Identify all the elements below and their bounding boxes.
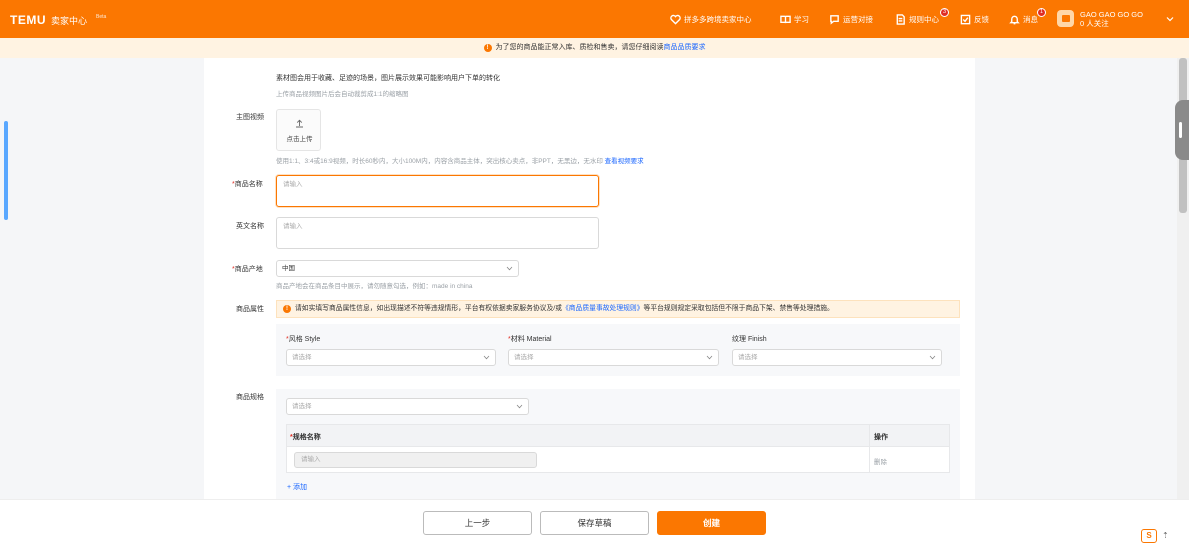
beta-tag: Beta xyxy=(96,14,107,20)
notice-text: 为了您的商品能正常入库、质检和售卖，请您仔细阅读 xyxy=(495,44,664,51)
material-label: *材料 Material xyxy=(508,336,552,343)
video-upload[interactable]: 点击上传 xyxy=(276,109,321,151)
action-header: 操作 xyxy=(874,434,888,441)
chevron-down-icon[interactable] xyxy=(1165,14,1175,24)
side-scroll-indicator[interactable] xyxy=(4,121,8,220)
spec-name-input[interactable]: 请输入 xyxy=(294,452,537,468)
store-icon xyxy=(1061,15,1070,22)
nav-operations-label: 运营对接 xyxy=(843,15,873,24)
finish-select[interactable]: 请选择 xyxy=(732,349,942,366)
video-label: 主图视频 xyxy=(236,114,264,121)
chat-icon xyxy=(830,15,839,25)
prev-button[interactable]: 上一步 xyxy=(423,511,532,535)
attr-alert-text: 请如实填写商品属性信息，如出现描述不符等违规情形，平台有权依据卖家服务协议及/或 xyxy=(295,305,562,312)
finish-label: 纹理 Finish xyxy=(732,336,767,343)
nav-feedback-label: 反馈 xyxy=(974,15,989,24)
image-sub-note: 上传商品视频图片后会自动裁剪成1:1的缩略图 xyxy=(276,91,409,98)
image-note: 素材图会用于收藏、足迹的场景，图片展示效果可能影响用户下单的转化 xyxy=(276,75,500,82)
chevron-down-icon xyxy=(706,355,713,360)
ime-toggle-icon[interactable]: ⇡ xyxy=(1162,531,1169,540)
top-bar: TEMU 卖家中心 Beta 拼多多跨境卖家中心 学习 运营对接 规则中心 3 … xyxy=(0,0,1189,38)
attr-panel: *风格 Style 请选择 *材料 Material 请选择 纹理 Finish… xyxy=(276,324,960,376)
quality-rules-link[interactable]: 《商品质量事故处理规则》 xyxy=(562,305,644,312)
side-panel-handle[interactable] xyxy=(1175,100,1189,160)
upload-text: 点击上传 xyxy=(286,136,313,143)
chevron-down-icon xyxy=(483,355,490,360)
avatar[interactable] xyxy=(1057,10,1074,27)
nav-messages[interactable]: 消息 xyxy=(1009,14,1038,25)
heart-icon xyxy=(670,14,681,25)
user-followers: 0 人关注 xyxy=(1080,19,1109,28)
feedback-icon xyxy=(960,14,971,25)
notice-bar: ! 为了您的商品能正常入库、质检和售卖，请您仔细阅读商品品质要求 xyxy=(0,38,1189,58)
name-label: *商品名称 xyxy=(232,179,263,189)
english-name-input[interactable]: 请输入 xyxy=(276,217,599,249)
nav-rules[interactable]: 规则中心 xyxy=(895,14,939,25)
document-icon xyxy=(896,14,905,25)
origin-select[interactable]: 中国 xyxy=(276,260,519,277)
origin-value: 中国 xyxy=(282,265,295,272)
nav-operations[interactable]: 运营对接 xyxy=(829,14,873,25)
upload-icon xyxy=(296,119,303,128)
temu-logo[interactable]: TEMU xyxy=(10,13,46,27)
product-form: 素材图会用于收藏、足迹的场景，图片展示效果可能影响用户下单的转化 上传商品视频图… xyxy=(204,58,975,499)
product-name-input[interactable]: 请输入 xyxy=(276,175,599,207)
nav-learn-label: 学习 xyxy=(794,15,809,24)
style-label: *风格 Style xyxy=(286,336,321,343)
nav-feedback[interactable]: 反馈 xyxy=(960,14,989,25)
attr-label: 商品属性 xyxy=(236,306,264,313)
origin-help: 商品产地会在商品条目中展示，请勿随意勾选，例如：made in china xyxy=(276,283,473,290)
rules-badge: 3 xyxy=(940,8,949,17)
spec-label: 商品规格 xyxy=(236,394,264,401)
en-name-label: 英文名称 xyxy=(236,223,264,230)
nav-learn[interactable]: 学习 xyxy=(780,14,809,25)
origin-label-text: 商品产地 xyxy=(234,266,263,273)
delete-link[interactable]: 删除 xyxy=(874,456,887,466)
origin-label: *商品产地 xyxy=(232,264,263,274)
footer-bar: 上一步 保存草稿 创建 xyxy=(0,499,1189,545)
video-help-link[interactable]: 查看视频要求 xyxy=(605,158,644,165)
nav-messages-label: 消息 xyxy=(1023,15,1038,24)
nav-cross-border-label: 拼多多跨境卖家中心 xyxy=(684,15,752,24)
seller-center-title: 卖家中心 xyxy=(51,16,88,26)
nav-cross-border[interactable]: 拼多多跨境卖家中心 xyxy=(670,14,752,25)
warning-icon: ! xyxy=(483,44,492,52)
style-select[interactable]: 请选择 xyxy=(286,349,496,366)
messages-badge: 1 xyxy=(1037,8,1046,17)
add-spec-link[interactable]: + 添加 xyxy=(287,482,307,492)
attr-alert: ! 请如实填写商品属性信息，如出现描述不符等违规情形，平台有权依据卖家服务协议及… xyxy=(276,300,960,318)
name-label-text: 商品名称 xyxy=(234,181,263,188)
chevron-down-icon xyxy=(929,355,936,360)
video-help-text: 使用1:1、3:4或16:9视频，时长60秒内，大小100M内，内容含商品主体，… xyxy=(276,158,603,165)
table-row: 请输入 删除 xyxy=(286,447,950,473)
notice-link[interactable]: 商品品质要求 xyxy=(664,44,706,51)
column-divider xyxy=(869,425,870,446)
ime-icon[interactable]: S xyxy=(1141,529,1157,543)
bell-icon xyxy=(1009,15,1020,25)
spec-select[interactable]: 请选择 xyxy=(286,398,529,415)
spec-table-header: *规格名称 操作 xyxy=(286,424,950,447)
user-info[interactable]: GAO GAO GO GO 0 人关注 xyxy=(1080,10,1143,28)
user-name: GAO GAO GO GO xyxy=(1080,10,1143,19)
column-divider xyxy=(869,447,870,472)
create-button[interactable]: 创建 xyxy=(657,511,766,535)
grip-icon xyxy=(1179,122,1182,138)
chevron-down-icon xyxy=(506,266,513,271)
spec-name-header: *规格名称 xyxy=(290,434,321,441)
attr-alert-post: 等平台规则规定采取包括但不限于商品下架、禁售等处理措施。 xyxy=(643,305,834,312)
warning-icon: ! xyxy=(283,305,291,313)
video-help: 使用1:1、3:4或16:9视频，时长60秒内，大小100M内，内容含商品主体，… xyxy=(276,155,644,165)
book-icon xyxy=(780,15,791,24)
save-draft-button[interactable]: 保存草稿 xyxy=(540,511,649,535)
nav-rules-label: 规则中心 xyxy=(909,15,939,24)
chevron-down-icon xyxy=(516,404,523,409)
material-select[interactable]: 请选择 xyxy=(508,349,719,366)
